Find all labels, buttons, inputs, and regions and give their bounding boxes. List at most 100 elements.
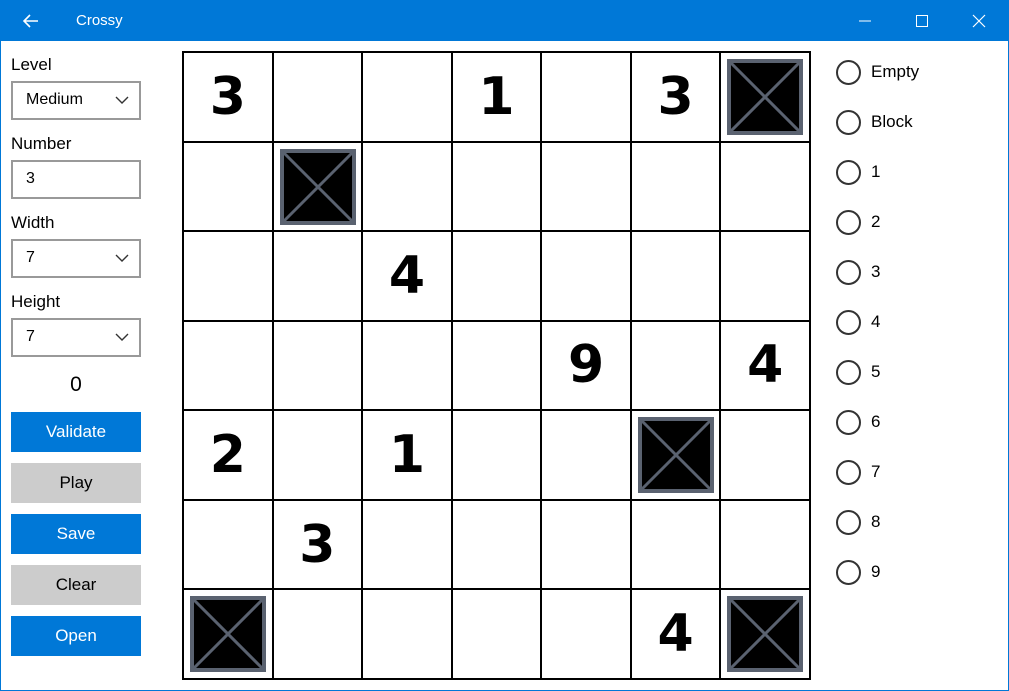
grid-cell[interactable] bbox=[542, 500, 630, 589]
grid-cell[interactable] bbox=[273, 590, 362, 678]
grid-cell[interactable] bbox=[273, 232, 362, 320]
maximize-button[interactable] bbox=[894, 0, 950, 41]
option-radio-7[interactable]: 7 bbox=[836, 457, 880, 487]
grid-cell[interactable] bbox=[363, 321, 451, 410]
grid-cell[interactable] bbox=[184, 232, 272, 320]
grid-cell[interactable] bbox=[452, 142, 541, 231]
radio-circle[interactable] bbox=[836, 259, 861, 285]
option-radio-9[interactable]: 9 bbox=[836, 557, 880, 587]
option-radio-empty[interactable]: Empty bbox=[836, 57, 919, 87]
radio-circle[interactable] bbox=[836, 109, 861, 135]
validate-button[interactable]: Validate bbox=[11, 412, 141, 452]
grid-cell[interactable] bbox=[363, 500, 451, 589]
radio-circle[interactable] bbox=[836, 559, 861, 585]
grid-cell[interactable] bbox=[363, 142, 451, 231]
grid-cell[interactable] bbox=[631, 321, 720, 410]
grid-cell[interactable]: 3 bbox=[184, 53, 272, 141]
option-radio-3[interactable]: 3 bbox=[836, 257, 880, 287]
grid-cell[interactable] bbox=[184, 500, 272, 589]
grid-cell[interactable] bbox=[721, 142, 809, 231]
play-button[interactable]: Play bbox=[11, 463, 141, 503]
grid-cell[interactable] bbox=[631, 411, 720, 499]
option-radio-block[interactable]: Block bbox=[836, 107, 913, 137]
block-icon bbox=[637, 417, 714, 494]
grid-cell[interactable] bbox=[631, 500, 720, 589]
radio-label: 7 bbox=[871, 462, 881, 481]
level-dropdown[interactable]: Medium bbox=[11, 81, 141, 120]
grid-cell[interactable] bbox=[631, 232, 720, 320]
option-radio-8[interactable]: 8 bbox=[836, 507, 880, 537]
cell-number: 1 bbox=[388, 425, 426, 486]
radio-label: 8 bbox=[871, 512, 881, 531]
grid-cell[interactable]: 4 bbox=[721, 321, 809, 410]
clear-button[interactable]: Clear bbox=[11, 565, 141, 605]
save-button[interactable]: Save bbox=[11, 514, 141, 554]
grid-cell[interactable] bbox=[542, 590, 630, 678]
grid-cell[interactable]: 3 bbox=[631, 53, 720, 141]
grid-cell[interactable] bbox=[721, 590, 809, 678]
radio-circle[interactable] bbox=[836, 159, 861, 185]
grid-cell[interactable] bbox=[452, 321, 541, 410]
grid-cell[interactable]: 1 bbox=[363, 411, 451, 499]
grid-cell[interactable] bbox=[273, 53, 362, 141]
grid-cell[interactable] bbox=[452, 590, 541, 678]
grid-cell[interactable] bbox=[452, 411, 541, 499]
grid-cell[interactable] bbox=[542, 53, 630, 141]
grid-cell[interactable] bbox=[721, 411, 809, 499]
grid-cell[interactable] bbox=[452, 232, 541, 320]
radio-circle[interactable] bbox=[836, 459, 861, 485]
block-icon bbox=[727, 596, 804, 673]
grid-cell[interactable]: 4 bbox=[631, 590, 720, 678]
option-radio-2[interactable]: 2 bbox=[836, 207, 880, 237]
grid-cell[interactable]: 9 bbox=[542, 321, 630, 410]
grid-cell[interactable] bbox=[273, 321, 362, 410]
grid-cell[interactable] bbox=[363, 53, 451, 141]
grid-cell[interactable] bbox=[631, 142, 720, 231]
grid-cell[interactable] bbox=[542, 411, 630, 499]
option-radio-5[interactable]: 5 bbox=[836, 357, 880, 387]
radio-label: 9 bbox=[871, 562, 881, 581]
radio-circle[interactable] bbox=[836, 509, 861, 535]
grid-cell[interactable] bbox=[721, 500, 809, 589]
grid-cell[interactable] bbox=[721, 232, 809, 320]
radio-circle[interactable] bbox=[836, 409, 861, 435]
grid-cell[interactable]: 1 bbox=[452, 53, 541, 141]
grid-cell[interactable] bbox=[273, 411, 362, 499]
grid-cell[interactable]: 4 bbox=[363, 232, 451, 320]
grid-cell[interactable]: 3 bbox=[273, 500, 362, 589]
grid-cell[interactable] bbox=[184, 590, 272, 678]
grid-cell[interactable] bbox=[542, 232, 630, 320]
open-button[interactable]: Open bbox=[11, 616, 141, 656]
grid-cell[interactable] bbox=[184, 142, 272, 231]
chevron-down-icon bbox=[115, 96, 129, 104]
grid-cell[interactable] bbox=[273, 142, 362, 231]
minimize-icon bbox=[859, 20, 871, 21]
grid-cell[interactable] bbox=[721, 53, 809, 141]
back-button[interactable] bbox=[14, 8, 48, 34]
option-radio-4[interactable]: 4 bbox=[836, 307, 880, 337]
number-input[interactable]: 3 bbox=[11, 160, 141, 199]
radio-circle[interactable] bbox=[836, 209, 861, 235]
radio-circle[interactable] bbox=[836, 309, 861, 335]
cell-number: 3 bbox=[657, 66, 694, 127]
option-radio-6[interactable]: 6 bbox=[836, 407, 880, 437]
close-icon bbox=[972, 14, 986, 27]
level-label: Level bbox=[11, 55, 52, 74]
grid-cell[interactable] bbox=[542, 142, 630, 231]
minimize-button[interactable] bbox=[837, 0, 893, 41]
cell-number: 3 bbox=[299, 514, 336, 575]
radio-circle[interactable] bbox=[836, 359, 861, 385]
number-label: Number bbox=[11, 134, 72, 153]
height-label: Height bbox=[11, 292, 61, 311]
width-dropdown[interactable]: 7 bbox=[11, 239, 141, 278]
grid-cell[interactable] bbox=[452, 500, 541, 589]
grid-cell[interactable]: 2 bbox=[184, 411, 272, 499]
radio-circle[interactable] bbox=[836, 59, 861, 85]
option-radio-1[interactable]: 1 bbox=[836, 157, 880, 187]
grid-cell[interactable] bbox=[363, 590, 451, 678]
cell-number: 1 bbox=[478, 66, 515, 127]
height-dropdown[interactable]: 7 bbox=[11, 318, 141, 357]
close-button[interactable] bbox=[951, 0, 1007, 41]
radio-label: 3 bbox=[871, 262, 881, 281]
grid-cell[interactable] bbox=[184, 321, 272, 410]
